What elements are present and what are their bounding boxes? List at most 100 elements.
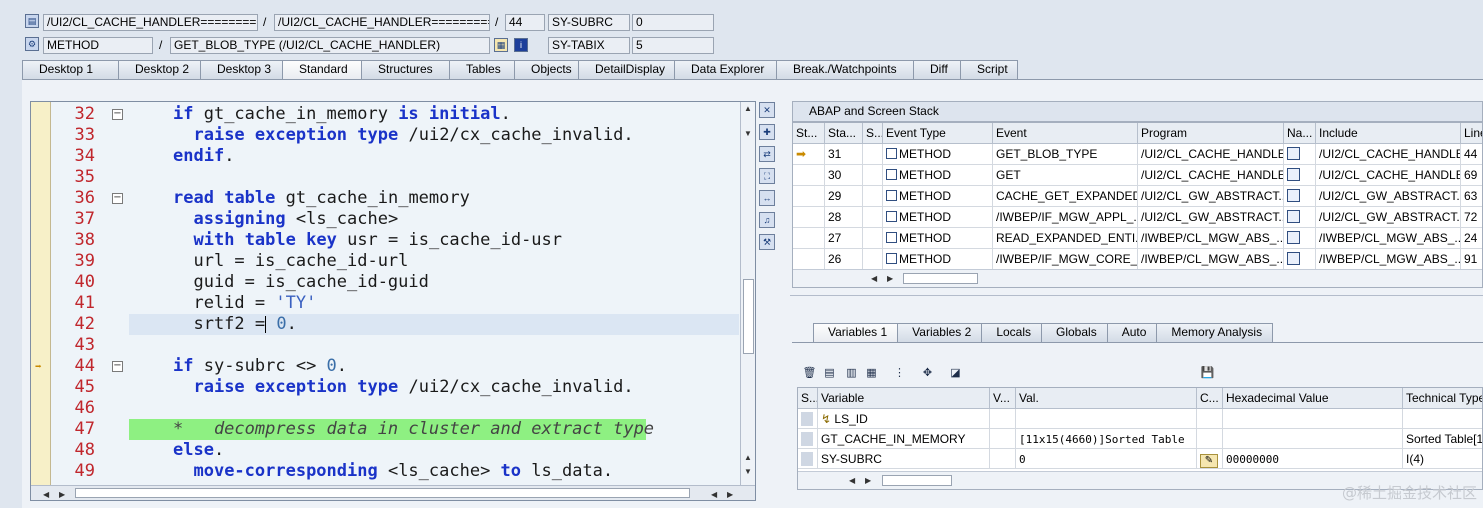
tab-script[interactable]: Script	[960, 60, 1018, 79]
sysvar2-name[interactable]: SY-TABIX	[548, 37, 630, 54]
column-header[interactable]: Val.	[1016, 388, 1197, 409]
code-line[interactable]: 45 raise exception type /ui2/cx_cache_in…	[31, 377, 741, 398]
scroll-left-icon[interactable]: ◀	[871, 274, 877, 283]
code-line[interactable]: 48 else.	[31, 440, 741, 461]
scroll-left-icon[interactable]: ◀	[711, 488, 717, 500]
variable-row[interactable]: GT_CACHE_IN_MEMORY [11x15(4660)]Sorted Ta…	[798, 429, 1482, 450]
sysvar1-name[interactable]: SY-SUBRC	[548, 14, 630, 31]
tab-desktop-3[interactable]: Desktop 3	[200, 60, 283, 79]
fold-toggle-icon[interactable]: −	[112, 109, 123, 120]
stack-row[interactable]: 30 METHOD GET/UI2/CL_CACHE_HANDLE... /UI2/C…	[793, 165, 1482, 186]
object-icon[interactable]: ◪	[947, 366, 964, 382]
scroll-right-icon[interactable]: ▶	[59, 488, 65, 500]
import-icon[interactable]: ▤	[821, 366, 838, 382]
variable-row[interactable]: SY-SUBRC 0 ✎ 00000000 I(4)	[798, 449, 1482, 470]
scroll-thumb[interactable]	[743, 279, 754, 354]
code-line[interactable]: 49 move-corresponding <ls_cache> to ls_d…	[31, 461, 741, 482]
line-field[interactable]: 44	[505, 14, 545, 31]
code-line[interactable]: 43	[31, 335, 741, 356]
column-header[interactable]: Event Type	[883, 123, 993, 144]
scroll-left-icon[interactable]: ◀	[849, 476, 855, 485]
replace-tool-icon[interactable]: ⇄	[759, 146, 775, 162]
column-header[interactable]: Variable	[818, 388, 990, 409]
code-line[interactable]: 34 endif.	[31, 146, 741, 167]
delete-icon[interactable]: 🗑	[801, 366, 818, 382]
tab-watchpoints[interactable]: Break./Watchpoints	[776, 60, 914, 79]
code-line[interactable]: 32 − if gt_cache_in_memory is initial.	[31, 104, 741, 125]
navigate-icon[interactable]: ▦	[494, 38, 508, 52]
info-icon[interactable]: i	[514, 38, 528, 52]
code-line[interactable]: 47 * decompress data in cluster and extra…	[31, 419, 741, 440]
navigate-source-icon[interactable]	[1287, 189, 1300, 202]
code-line[interactable]: ➡ 44 − if sy-subrc <> 0.	[31, 356, 741, 377]
scroll-up-icon[interactable]: ▲	[744, 104, 752, 113]
scroll-right-icon[interactable]: ▶	[887, 274, 893, 283]
row-selector[interactable]	[801, 412, 813, 426]
edit-value-icon[interactable]: ✎	[1200, 454, 1218, 468]
code-line[interactable]: 38 with table key usr = is_cache_id-usr	[31, 230, 741, 251]
stack-row[interactable]: ➡ 31 METHOD GET_BLOB_TYPE/UI2/CL_CACHE_HAND…	[793, 144, 1482, 165]
new-tool-icon[interactable]: ✚	[759, 124, 775, 140]
include-field[interactable]: /UI2/CL_CACHE_HANDLER=========	[274, 14, 490, 31]
stack-row[interactable]: 27 METHOD READ_EXPANDED_ENTI.../IWBEP/CL_M…	[793, 228, 1482, 249]
scroll-thumb[interactable]	[75, 488, 690, 498]
row-selector[interactable]	[801, 432, 813, 446]
code-line[interactable]: 41 relid = 'TY'	[31, 293, 741, 314]
tab-data-explorer[interactable]: Data Explorer	[674, 60, 777, 79]
code-line[interactable]: 42 srtf2 = 0.	[31, 314, 741, 335]
column-header[interactable]: S...	[798, 388, 818, 409]
column-header[interactable]: Hexadecimal Value	[1223, 388, 1403, 409]
column-header[interactable]: V...	[990, 388, 1016, 409]
column-header[interactable]: St...	[793, 123, 825, 144]
scroll-down-icon[interactable]: ▼	[744, 467, 752, 476]
editor-vertical-scrollbar[interactable]: ▲ ▼ ▲ ▼	[740, 102, 755, 487]
tab-detail-display[interactable]: DetailDisplay	[578, 60, 675, 79]
variables-list-icon[interactable]: ▦	[863, 366, 880, 382]
navigate-source-icon[interactable]	[1287, 147, 1300, 160]
tab-globals[interactable]: Globals	[1041, 323, 1108, 342]
tab-structures[interactable]: Structures	[361, 60, 450, 79]
scroll-up-icon[interactable]: ▲	[744, 453, 752, 462]
tab-memory-analysis[interactable]: Memory Analysis	[1156, 323, 1274, 342]
column-header[interactable]: C...	[1197, 388, 1223, 409]
close-icon[interactable]: ✕	[759, 102, 775, 118]
row-selector[interactable]	[801, 452, 813, 466]
splitter[interactable]	[790, 295, 1483, 296]
code-line[interactable]: 40 guid = is_cache_id-guid	[31, 272, 741, 293]
move-icon[interactable]: ✥	[919, 366, 936, 382]
tab-objects[interactable]: Objects	[514, 60, 579, 79]
code-line[interactable]: 35	[31, 167, 741, 188]
column-header[interactable]: Program	[1138, 123, 1284, 144]
tab-tables[interactable]: Tables	[449, 60, 515, 79]
event-name-field[interactable]: GET_BLOB_TYPE (/UI2/CL_CACHE_HANDLER)	[170, 37, 490, 54]
code-line[interactable]: 33 raise exception type /ui2/cx_cache_in…	[31, 125, 741, 146]
code-editor[interactable]: 32− if gt_cache_in_memory is initial. 33 r…	[30, 101, 756, 501]
stack-horizontal-scrollbar[interactable]: ◀ ▶	[793, 269, 1482, 287]
code-line[interactable]: 37 assigning <ls_cache>	[31, 209, 741, 230]
export-icon[interactable]: ▥	[843, 366, 860, 382]
stack-row[interactable]: 28 METHOD/IWBEP/IF_MGW_APPL_.../UI2/CL_GW…	[793, 207, 1482, 228]
tab-desktop-2[interactable]: Desktop 2	[118, 60, 201, 79]
scroll-right-icon[interactable]: ▶	[865, 476, 871, 485]
stack-row[interactable]: 29 METHOD CACHE_GET_EXPANDED.../UI2/CL_GW_…	[793, 186, 1482, 207]
maximize-icon[interactable]: ⛶	[759, 168, 775, 184]
column-header[interactable]: Technical Type	[1403, 388, 1482, 409]
headset-icon[interactable]: ♫	[759, 212, 775, 228]
tab-locals[interactable]: Locals	[981, 323, 1042, 342]
column-header[interactable]: Sta...	[825, 123, 863, 144]
services-icon[interactable]: ⚒	[759, 234, 775, 250]
code-line[interactable]: 46	[31, 398, 741, 419]
variable-row[interactable]: ↯ LS_ID	[798, 409, 1482, 430]
code-line[interactable]: 39 url = is_cache_id-url	[31, 251, 741, 272]
sysvar1-value[interactable]: 0	[632, 14, 714, 31]
sysvar2-value[interactable]: 5	[632, 37, 714, 54]
tree-icon[interactable]: ⋮	[891, 366, 908, 382]
navigate-source-icon[interactable]	[1287, 168, 1300, 181]
column-header[interactable]: Na...	[1284, 123, 1316, 144]
column-header[interactable]: S...	[863, 123, 883, 144]
program-field[interactable]: /UI2/CL_CACHE_HANDLER=========	[43, 14, 258, 31]
scroll-thumb[interactable]	[882, 475, 952, 486]
tab-standard[interactable]: Standard	[282, 60, 362, 79]
scroll-left-icon[interactable]: ◀	[43, 488, 49, 500]
fold-toggle-icon[interactable]: −	[112, 361, 123, 372]
